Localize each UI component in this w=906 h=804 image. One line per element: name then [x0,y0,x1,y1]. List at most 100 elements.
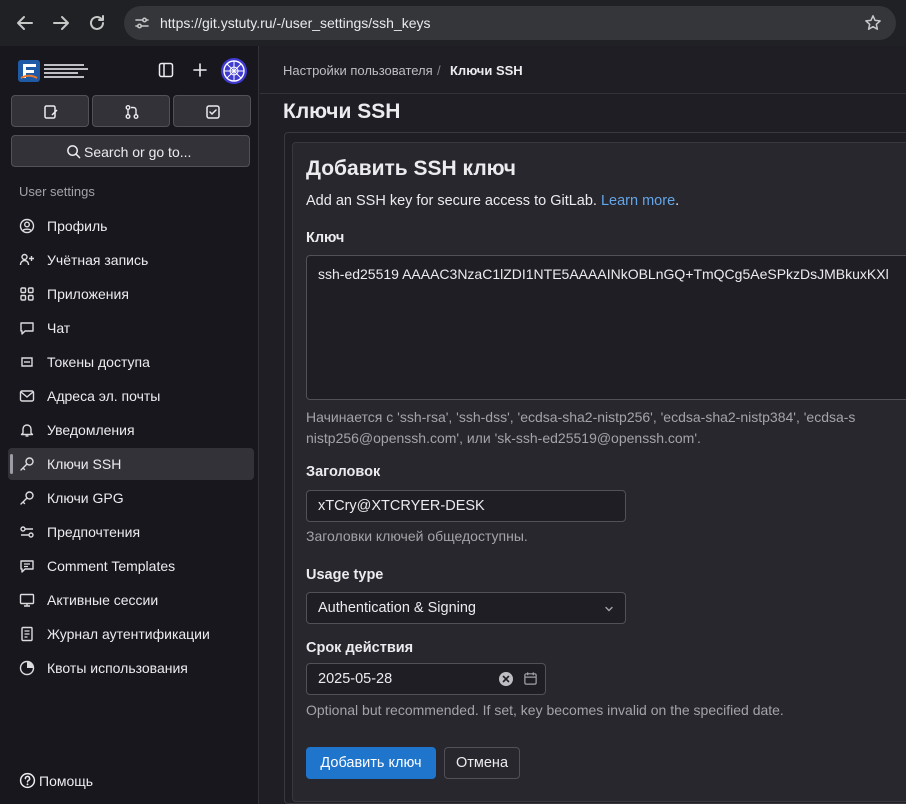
sidebar-item-label: Учётная запись [47,252,149,268]
form-title: Добавить SSH ключ [306,157,516,180]
profile-icon [19,218,35,234]
search-label: Search or go to... [84,144,192,160]
key-label: Ключ [306,230,345,246]
issues-button[interactable] [11,95,89,127]
add-key-button[interactable]: Добавить ключ [306,747,436,779]
question-icon [19,772,36,789]
reload-icon[interactable] [86,12,108,34]
bookmark-star-icon[interactable] [864,14,882,32]
chevron-down-icon [603,603,615,615]
expiry-date-input[interactable]: 2025-05-28 [306,663,546,695]
sidebar-item-label: Comment Templates [47,558,176,574]
sidebar-item-ssh-keys[interactable]: Ключи SSH [8,448,254,480]
site-settings-icon[interactable] [134,15,150,31]
expiry-label: Срок действия [306,640,414,656]
university-logo[interactable] [17,58,93,84]
todos-button[interactable] [173,95,251,127]
key-value: ssh-ed25519 AAAAC3NzaC1lZDI1NTE5AAAAINkO… [318,266,889,282]
sidebar-item-notifications[interactable]: Уведомления [8,414,254,446]
clear-icon[interactable] [498,671,514,687]
monitor-icon [19,592,35,608]
token-icon [19,354,35,370]
applications-icon [19,286,35,302]
avatar[interactable] [221,58,247,84]
bell-icon [19,422,35,438]
sidebar-item-label: Чат [47,320,71,336]
search-button[interactable]: Search or go to... [11,135,250,167]
address-bar[interactable]: https://git.ystuty.ru/-/user_settings/ss… [124,6,896,40]
expiry-help-text: Optional but recommended. If set, key be… [306,702,784,718]
usage-type-value: Authentication & Signing [318,600,476,616]
add-ssh-key-form: Добавить SSH ключ Add an SSH key for sec… [292,142,906,802]
title-input[interactable]: xTCry@XTCRYER-DESK [306,490,626,522]
cancel-button[interactable]: Отмена [444,747,520,779]
sidebar-item-account[interactable]: Учётная запись [8,244,254,276]
merge-request-icon [125,105,139,119]
add-key-button-label: Добавить ключ [320,755,422,771]
search-icon [66,144,81,159]
account-icon [19,252,35,268]
breadcrumb: Настройки пользователя / Ключи SSH [260,46,906,94]
learn-more-link[interactable]: Learn more [601,193,675,209]
sidebar-item-label: Ключи SSH [47,456,122,472]
sidebar-item-chat[interactable]: Чат [8,312,254,344]
sidebar-item-preferences[interactable]: Предпочтения [8,516,254,548]
breadcrumb-current[interactable]: Ключи SSH [450,63,523,78]
calendar-icon[interactable] [523,671,538,686]
sidebar-item-applications[interactable]: Приложения [8,278,254,310]
main-content: Настройки пользователя / Ключи SSH Ключи… [260,46,906,804]
form-description-text: Add an SSH key for secure access to GitL… [306,193,597,209]
key-textarea[interactable]: ssh-ed25519 AAAAC3NzaC1lZDI1NTE5AAAAINkO… [306,255,906,400]
issues-icon [44,105,58,119]
title-input-value: xTCry@XTCRYER-DESK [318,498,485,514]
comment-templates-icon [19,558,35,574]
forward-icon[interactable] [50,12,72,34]
key-icon [19,490,35,506]
sidebar-item-auth-log[interactable]: Журнал аутентификации [8,618,254,650]
mail-icon [19,388,35,404]
sidebar-item-label: Квоты использования [47,660,188,676]
expiry-date-value: 2025-05-28 [318,671,393,687]
sidebar-section-title: User settings [19,184,95,199]
plus-icon[interactable] [192,62,208,78]
sidebar-item-label: Активные сессии [47,592,159,608]
sidebar-item-label: Журнал аутентификации [47,626,210,642]
sidebar-item-profile[interactable]: Профиль [8,210,254,242]
key-help-line-1: Начинается с 'ssh-rsa', 'ssh-dss', 'ecds… [306,409,856,425]
title-help-text: Заголовки ключей общедоступны. [306,528,528,544]
usage-type-label: Usage type [306,567,384,583]
sidebar: Search or go to... User settings Профиль… [0,46,259,804]
cancel-button-label: Отмена [455,755,509,771]
key-help-line-2: nistp256@openssh.com', или 'sk-ssh-ed255… [306,430,701,446]
sidebar-item-gpg-keys[interactable]: Ключи GPG [8,482,254,514]
page-title: Ключи SSH [283,100,401,123]
form-description: Add an SSH key for secure access to GitL… [306,193,679,209]
sidebar-item-comment-templates[interactable]: Comment Templates [8,550,254,582]
sidebar-item-label: Профиль [47,218,108,234]
breadcrumb-user-settings[interactable]: Настройки пользователя [283,63,433,78]
breadcrumb-separator: / [437,63,441,78]
form-description-end: . [675,193,680,209]
sidebar-item-label: Токены доступа [47,354,150,370]
back-icon[interactable] [14,12,36,34]
key-icon [19,456,35,472]
browser-toolbar: https://git.ystuty.ru/-/user_settings/ss… [0,0,906,46]
sidebar-item-emails[interactable]: Адреса эл. почты [8,380,254,412]
sidebar-item-label: Адреса эл. почты [47,388,161,404]
sidebar-item-access-tokens[interactable]: Токены доступа [8,346,254,378]
chat-icon [19,320,35,336]
sidebar-item-label: Приложения [47,286,129,302]
sidebar-item-usage-quotas[interactable]: Квоты использования [8,652,254,684]
url-text[interactable]: https://git.ystuty.ru/-/user_settings/ss… [160,15,431,31]
sidebar-item-label: Ключи GPG [47,490,124,506]
help-label: Помощь [39,773,94,789]
log-icon [19,626,35,642]
sidebar-item-label: Уведомления [47,422,135,438]
sidebar-item-active-sessions[interactable]: Активные сессии [8,584,254,616]
quota-icon [19,660,35,676]
preferences-icon [19,524,35,540]
merge-requests-button[interactable] [92,95,170,127]
usage-type-select[interactable]: Authentication & Signing [306,592,626,624]
title-label: Заголовок [306,464,381,480]
sidebar-toggle-icon[interactable] [158,62,174,78]
